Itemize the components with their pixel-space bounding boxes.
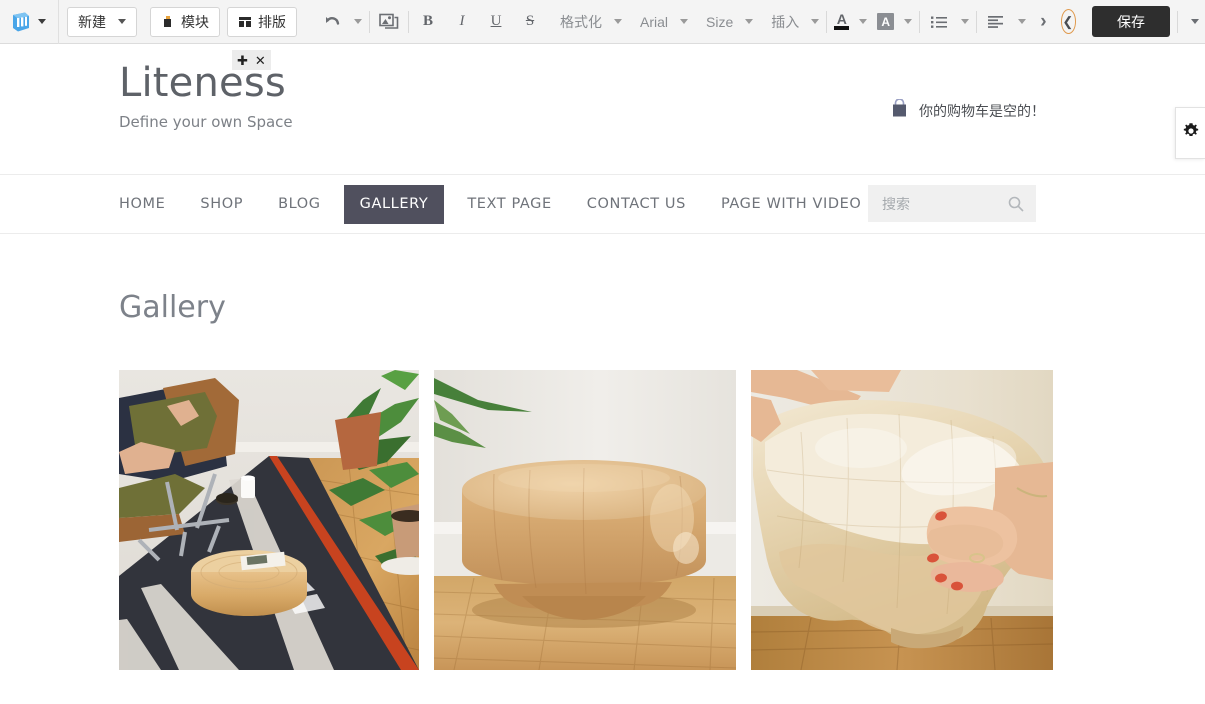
chevron-down-icon [859, 19, 868, 24]
insert-label: 插入 [771, 13, 800, 30]
nav-item-contact-us[interactable]: CONTACT US [587, 196, 686, 212]
chevron-down-icon[interactable] [354, 19, 362, 24]
history-clock-icon[interactable]: ❮ [1060, 9, 1076, 34]
chevron-down-icon [680, 19, 689, 24]
layout-icon [238, 15, 252, 29]
chevron-down-icon [961, 19, 970, 24]
site-navigation: HOME SHOP BLOG GALLERY TEXT PAGE CONTACT… [0, 174, 1205, 234]
move-icon[interactable]: ✚ [237, 54, 248, 67]
nav-item-gallery[interactable]: GALLERY [343, 184, 445, 224]
new-button[interactable]: 新建 [67, 6, 137, 37]
font-size-label: Size [706, 13, 734, 30]
layout-button-label: 排版 [258, 13, 286, 30]
highlight-color-icon: A [877, 13, 895, 30]
editor-toolbar: 新建 模块 排版 B I U S 格式化 Arial Size 插入 A A ›… [0, 0, 1205, 44]
insert-dropdown[interactable]: 插入 [769, 13, 820, 30]
gallery-image-3[interactable] [751, 370, 1053, 670]
search-box[interactable] [868, 185, 1036, 222]
search-icon[interactable] [1008, 196, 1024, 212]
font-family-dropdown[interactable]: Arial [638, 13, 689, 30]
bulleted-list-icon [927, 7, 951, 37]
nav-item-shop[interactable]: SHOP [200, 196, 243, 212]
page-title: Gallery [119, 290, 226, 325]
chevron-down-icon [38, 19, 46, 24]
gallery-grid [0, 370, 1205, 670]
nav-item-blog[interactable]: BLOG [278, 196, 321, 212]
toolbar-divider [976, 10, 978, 33]
image-icon[interactable] [377, 7, 401, 37]
shopping-bag-icon [891, 98, 908, 123]
toolbar-divider [1177, 10, 1178, 33]
app-logo-button[interactable] [4, 0, 52, 44]
italic-icon[interactable]: I [450, 7, 474, 37]
undo-icon[interactable] [320, 7, 344, 37]
site-preview: ✚ ✕ Liteness Define your own Space 你的购物车… [0, 44, 1205, 704]
bulleted-list-button[interactable] [927, 7, 970, 37]
toolbar-divider [58, 0, 59, 44]
chevron-down-icon [1018, 19, 1027, 24]
toolbar-divider [369, 10, 370, 33]
new-button-label: 新建 [78, 13, 106, 30]
site-header: ✚ ✕ Liteness Define your own Space 你的购物车… [0, 44, 1205, 174]
settings-panel-tab[interactable] [1175, 107, 1205, 159]
font-color-swatch [834, 26, 850, 30]
close-icon[interactable]: ✕ [255, 54, 266, 67]
format-dropdown[interactable]: 格式化 [558, 15, 622, 29]
highlight-color-button[interactable]: A [877, 13, 913, 30]
search-input[interactable] [880, 194, 1004, 213]
toolbar-divider [408, 10, 409, 33]
brand-block[interactable]: ✚ ✕ Liteness Define your own Space [119, 50, 293, 131]
undo-group[interactable] [320, 7, 362, 37]
font-family-label: Arial [640, 13, 669, 30]
chevron-down-icon[interactable] [1191, 19, 1199, 24]
modules-icon [161, 15, 175, 29]
element-controls: ✚ ✕ [232, 50, 271, 70]
align-button[interactable] [984, 7, 1027, 37]
chevron-down-icon [745, 19, 754, 24]
gear-icon [1182, 122, 1200, 145]
modules-button[interactable]: 模块 [150, 6, 220, 37]
bold-icon[interactable]: B [416, 7, 440, 37]
font-size-dropdown[interactable]: Size [704, 13, 754, 30]
gallery-image-2[interactable] [434, 370, 736, 670]
save-button-label: 保存 [1117, 13, 1145, 30]
underline-icon[interactable]: U [484, 7, 508, 37]
font-color-button[interactable]: A [834, 9, 868, 35]
toolbar-divider [826, 10, 828, 33]
nav-items: HOME SHOP BLOG GALLERY TEXT PAGE CONTACT… [0, 175, 896, 233]
modules-button-label: 模块 [181, 13, 209, 30]
format-label: 格式化 [560, 13, 602, 30]
chevron-down-icon [904, 19, 913, 24]
toolbar-divider [919, 10, 921, 33]
chevron-down-icon [811, 19, 820, 24]
chevron-down-icon [614, 19, 622, 24]
strikethrough-icon[interactable]: S [518, 7, 542, 37]
chevron-down-icon [118, 19, 126, 24]
app-logo-icon [10, 11, 32, 33]
nav-item-home[interactable]: HOME [119, 196, 165, 212]
gallery-image-1[interactable] [119, 370, 419, 670]
cart-status-text: 你的购物车是空的！ [919, 103, 1045, 119]
layout-button[interactable]: 排版 [227, 6, 297, 37]
nav-item-page-with-video[interactable]: PAGE WITH VIDEO [721, 196, 861, 212]
align-left-icon [984, 7, 1008, 37]
site-tagline: Define your own Space [119, 113, 293, 131]
font-color-letter: A [836, 11, 847, 27]
font-color-icon: A [834, 9, 850, 35]
cart-status[interactable]: 你的购物车是空的！ [891, 98, 1045, 123]
chevron-right-icon[interactable]: › [1036, 12, 1050, 31]
save-button[interactable]: 保存 [1092, 6, 1170, 37]
nav-item-text-page[interactable]: TEXT PAGE [467, 196, 551, 212]
